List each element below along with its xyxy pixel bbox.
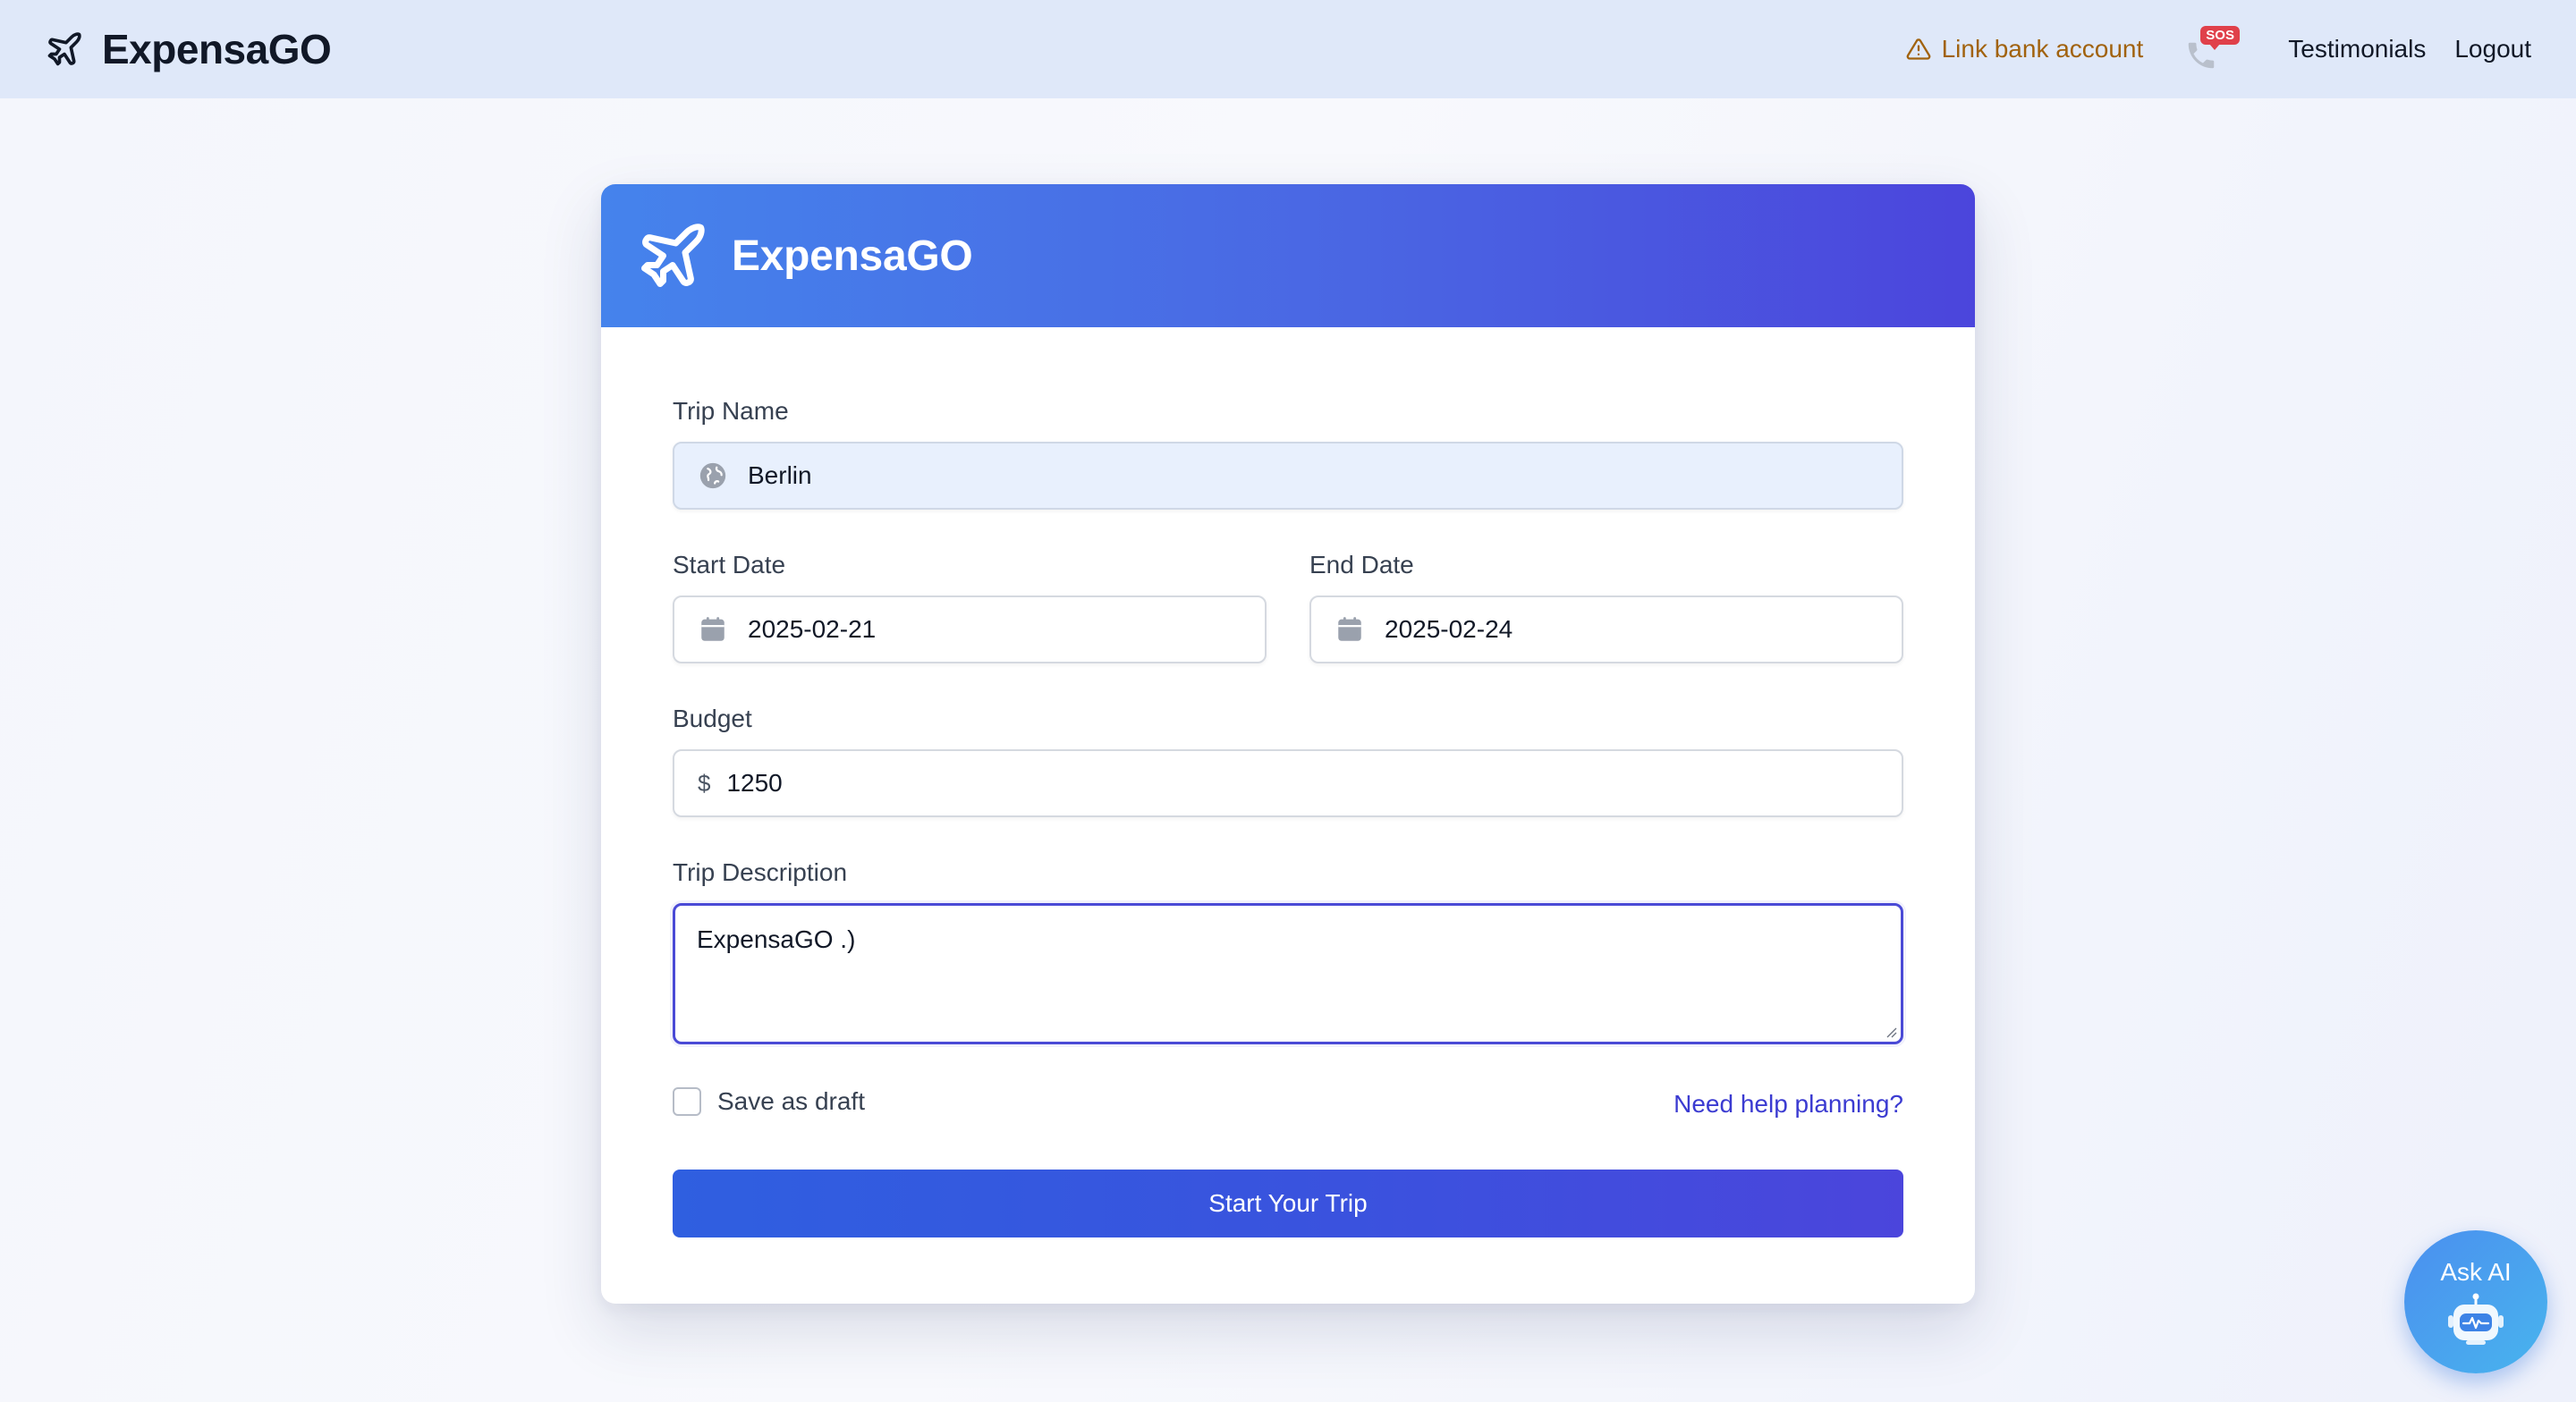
end-date-value: 2025-02-24: [1385, 615, 1513, 643]
currency-symbol: $: [698, 769, 711, 797]
nav-actions: Link bank account SOS Testimonials Logou…: [1906, 22, 2531, 76]
airplane-icon: [641, 224, 705, 287]
trip-name-value: Berlin: [748, 461, 812, 489]
warning-icon: [1906, 38, 1930, 60]
card-header: ExpensaGO: [601, 184, 1975, 327]
trip-name-input[interactable]: Berlin: [673, 442, 1903, 510]
trip-form-card: ExpensaGO Trip Name Berlin Start Date 20…: [601, 184, 1975, 1304]
calendar-icon: [701, 617, 724, 641]
calendar-icon: [1338, 617, 1361, 641]
link-bank-label: Link bank account: [1941, 35, 2144, 63]
card-title: ExpensaGO: [732, 232, 973, 280]
brand-name: ExpensaGO: [102, 26, 332, 72]
trip-name-label: Trip Name: [673, 397, 789, 425]
testimonials-link[interactable]: Testimonials: [2288, 35, 2426, 63]
help-planning-link[interactable]: Need help planning?: [1674, 1090, 1903, 1119]
end-date-input[interactable]: 2025-02-24: [1309, 595, 1903, 663]
start-date-label: Start Date: [673, 551, 786, 579]
ask-ai-button[interactable]: Ask AI: [2404, 1230, 2547, 1373]
budget-value: 1250: [726, 769, 783, 797]
start-date-value: 2025-02-21: [748, 615, 877, 643]
sos-badge: SOS: [2200, 26, 2240, 50]
save-draft-checkbox[interactable]: [673, 1087, 701, 1116]
top-navbar: ExpensaGO Link bank account SOS Testimon…: [0, 0, 2576, 98]
resize-grip-icon[interactable]: [1883, 1024, 1897, 1038]
budget-input[interactable]: $ 1250: [673, 749, 1903, 817]
link-bank-account-link[interactable]: Link bank account: [1906, 35, 2144, 63]
save-draft-label[interactable]: Save as draft: [717, 1087, 865, 1116]
end-date-label: End Date: [1309, 551, 1414, 579]
logout-link[interactable]: Logout: [2454, 35, 2531, 63]
globe-icon: [699, 462, 726, 489]
ask-ai-label: Ask AI: [2440, 1258, 2512, 1286]
description-label: Trip Description: [673, 858, 848, 886]
save-draft-row: Save as draft: [673, 1087, 865, 1116]
budget-label: Budget: [673, 705, 752, 732]
sos-button[interactable]: SOS: [2179, 22, 2240, 76]
start-trip-button[interactable]: Start Your Trip: [673, 1170, 1903, 1237]
brand[interactable]: ExpensaGO: [45, 25, 332, 73]
start-date-input[interactable]: 2025-02-21: [673, 595, 1267, 663]
airplane-icon: [47, 32, 81, 66]
robot-icon: [2448, 1293, 2504, 1345]
description-value: ExpensaGO .): [697, 925, 856, 953]
description-textarea[interactable]: ExpensaGO .): [673, 903, 1903, 1044]
